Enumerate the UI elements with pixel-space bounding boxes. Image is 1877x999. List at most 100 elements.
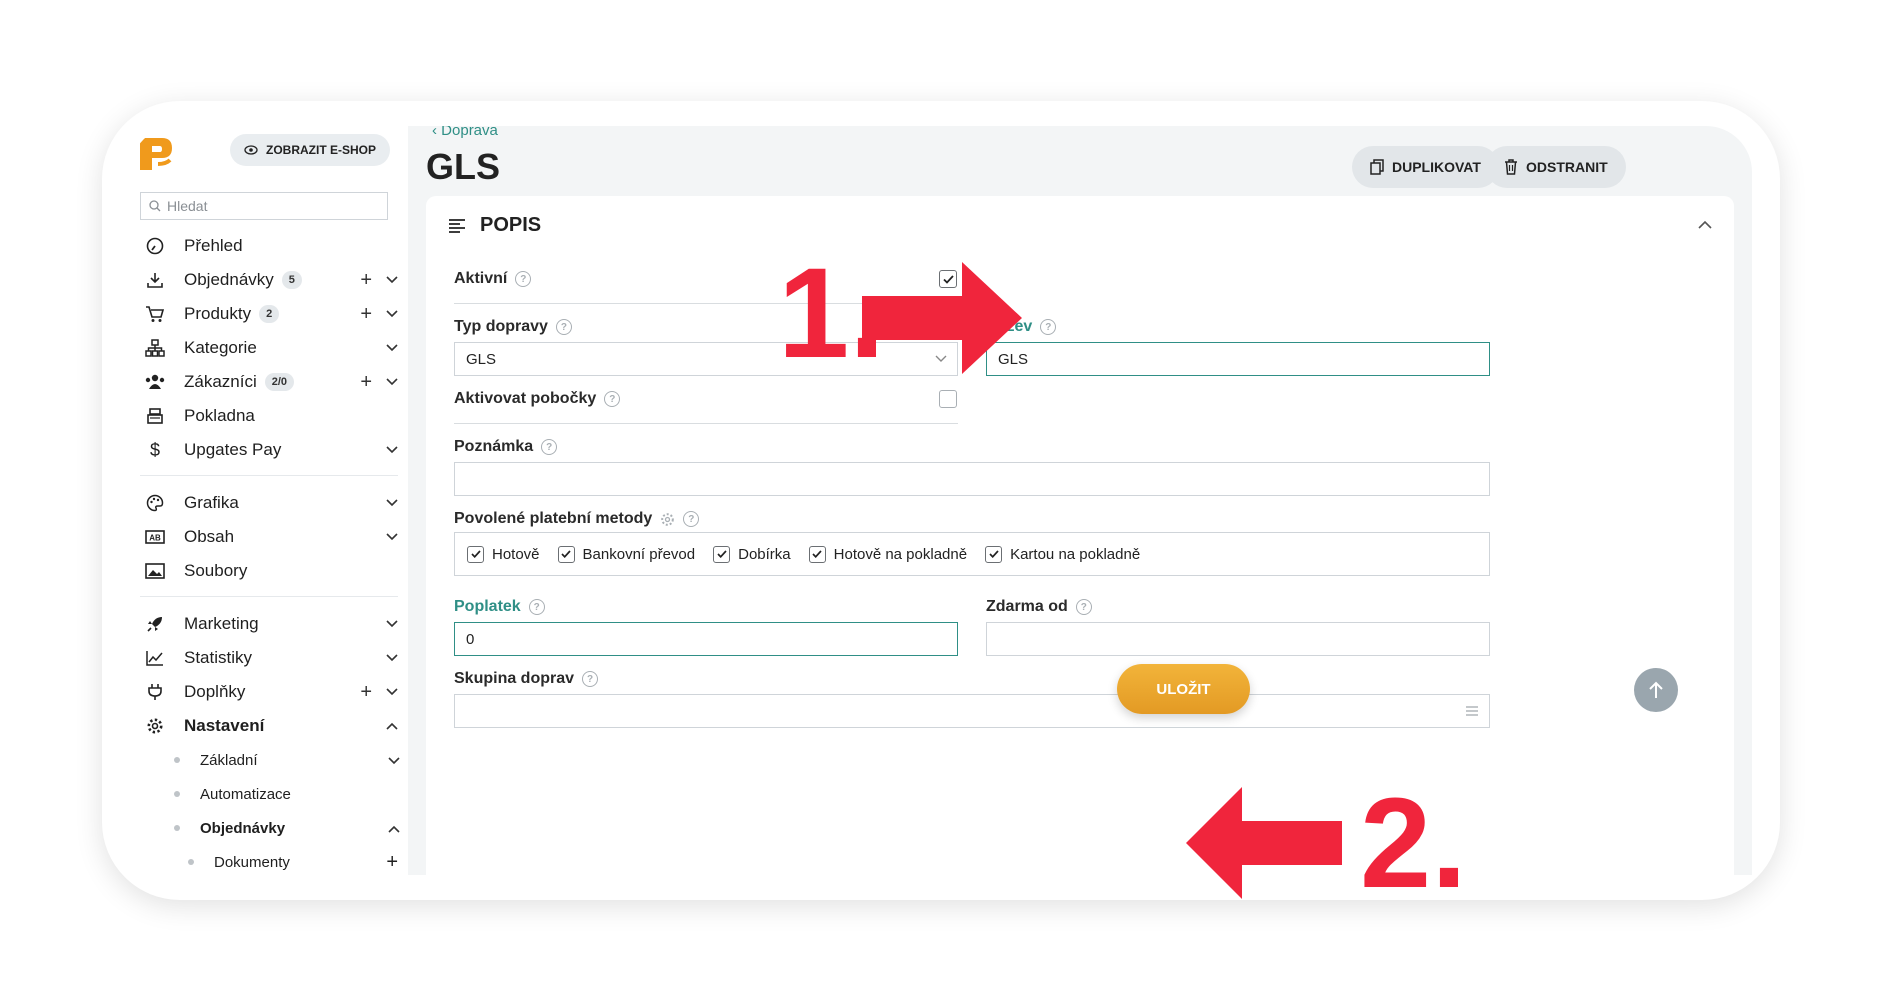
bullet-dot	[174, 791, 180, 797]
chevron-down-icon[interactable]	[386, 375, 400, 389]
plus-icon[interactable]: +	[360, 371, 372, 394]
plus-icon[interactable]: +	[386, 851, 398, 874]
sidebar-subitem-zakladni[interactable]: Základní	[130, 743, 408, 777]
sidebar-item-label: Kategorie	[184, 338, 257, 357]
list-icon	[1466, 706, 1478, 716]
save-button[interactable]: ULOŽIT	[1117, 664, 1250, 714]
plus-icon[interactable]: +	[360, 303, 372, 326]
plus-icon[interactable]: +	[360, 681, 372, 704]
sidebar-item-doplnky[interactable]: Doplňky +	[130, 675, 408, 709]
sidebar-subitem-automatizace[interactable]: Automatizace	[130, 777, 408, 811]
sidebar-subitem-label: Objednávky	[200, 819, 286, 837]
sidebar-item-objednavky[interactable]: Objednávky 5 +	[130, 263, 408, 297]
help-icon[interactable]: ?	[1040, 319, 1057, 335]
chevron-up-icon[interactable]	[386, 719, 400, 733]
sidebar-item-obsah[interactable]: AB Obsah	[130, 520, 408, 554]
payment-method-label: Kartou na pokladně	[1010, 545, 1141, 563]
activate-branches-checkbox[interactable]	[939, 390, 957, 408]
checkbox[interactable]	[557, 545, 575, 563]
note-input[interactable]	[454, 462, 1490, 496]
chevron-down-icon[interactable]	[386, 443, 400, 457]
chevron-down-icon[interactable]	[386, 273, 400, 287]
chevron-left-icon: ‹	[432, 126, 437, 139]
sidebar-search[interactable]: Hledat	[140, 192, 388, 220]
help-icon[interactable]: ?	[582, 671, 599, 687]
sidebar-item-label: Statistiky	[184, 648, 253, 667]
payment-method-dobirka[interactable]: Dobírka	[713, 545, 791, 563]
sidebar-item-label: Pokladna	[184, 406, 255, 425]
note-label: Poznámka	[454, 438, 534, 455]
count-badge: 2/0	[264, 373, 295, 391]
group-select[interactable]	[454, 694, 1490, 728]
palette-icon	[144, 492, 166, 514]
chevron-down-icon[interactable]	[386, 496, 400, 510]
name-input[interactable]: GLS	[986, 342, 1490, 376]
check-icon	[988, 550, 999, 558]
sidebar-item-label: Obsah	[184, 527, 235, 546]
active-label: Aktivní	[454, 270, 508, 287]
save-label: ULOŽIT	[1156, 680, 1211, 698]
register-icon	[144, 405, 166, 427]
chevron-down-icon[interactable]	[386, 341, 400, 355]
sidebar-item-upgates-pay[interactable]: $ Upgates Pay	[130, 433, 408, 467]
sidebar-subitem-dokumenty[interactable]: Dokumenty +	[130, 845, 408, 875]
help-icon[interactable]: ?	[1075, 599, 1092, 615]
rocket-icon	[144, 613, 166, 635]
checkbox[interactable]	[985, 545, 1003, 563]
checkbox[interactable]	[467, 545, 484, 563]
payment-method-hotove-na-pokladne[interactable]: Hotově na pokladně	[808, 545, 967, 563]
payment-method-bankovni-prevod[interactable]: Bankovní převod	[557, 545, 695, 563]
sidebar-item-prehled[interactable]: Přehled	[130, 229, 408, 263]
sidebar-item-statistiky[interactable]: Statistiky	[130, 641, 408, 675]
sidebar-item-soubory[interactable]: Soubory	[130, 554, 408, 588]
checkbox[interactable]	[808, 545, 826, 563]
chevron-down-icon[interactable]	[386, 617, 400, 631]
help-icon[interactable]: ?	[683, 511, 700, 527]
check-icon	[561, 550, 571, 558]
checkbox[interactable]	[713, 545, 731, 563]
show-eshop-button[interactable]: ZOBRAZIT E-SHOP	[230, 134, 390, 166]
arrow-up-icon	[1649, 681, 1663, 698]
sidebar-item-zakaznici[interactable]: Zákazníci 2/0 +	[130, 365, 408, 399]
sidebar-item-pokladna[interactable]: Pokladna	[130, 399, 408, 433]
sidebar: ZOBRAZIT E-SHOP Hledat Přehled Objednávk…	[130, 126, 409, 875]
sidebar-subitem-objednavky[interactable]: Objednávky	[130, 811, 408, 845]
sidebar-subitem-label: Automatizace	[200, 785, 291, 803]
chevron-up-icon[interactable]	[388, 820, 400, 837]
chevron-down-icon[interactable]	[386, 530, 400, 544]
free-from-input[interactable]	[986, 622, 1490, 656]
duplicate-button[interactable]: DUPLIKOVAT	[1352, 146, 1499, 188]
breadcrumb[interactable]: ‹ Doprava	[432, 126, 498, 139]
sidebar-item-grafika[interactable]: Grafika	[130, 486, 408, 520]
sidebar-item-produkty[interactable]: Produkty 2 +	[130, 297, 408, 331]
sidebar-item-kategorie[interactable]: Kategorie	[130, 331, 408, 365]
sidebar-item-nastaveni[interactable]: Nastavení	[130, 709, 408, 743]
chevron-down-icon[interactable]	[386, 307, 400, 321]
payment-method-kartou-na-pokladne[interactable]: Kartou na pokladně	[985, 545, 1141, 563]
sidebar-item-label: Grafika	[184, 493, 239, 512]
payment-methods-label-row: Povolené platební metody ?	[454, 510, 700, 528]
annotation-arrow-right	[862, 262, 1022, 374]
delete-button[interactable]: ODSTRANIT	[1486, 146, 1626, 188]
help-icon[interactable]: ?	[555, 319, 572, 335]
shipping-type-label-row: Typ dopravy ?	[454, 318, 572, 336]
scroll-to-top-button[interactable]	[1634, 668, 1678, 712]
sidebar-item-label: Zákazníci	[184, 372, 257, 391]
fee-input[interactable]: 0	[454, 622, 958, 656]
help-icon[interactable]: ?	[541, 439, 558, 455]
payment-method-hotove[interactable]: Hotově	[467, 545, 540, 563]
plus-icon[interactable]: +	[360, 269, 372, 292]
chevron-down-icon[interactable]	[386, 685, 400, 699]
help-icon[interactable]: ?	[528, 599, 545, 615]
help-icon[interactable]: ?	[515, 271, 532, 287]
chevron-down-icon[interactable]	[386, 651, 400, 665]
sidebar-item-label: Produkty	[184, 304, 252, 323]
divider	[140, 475, 398, 476]
gear-icon[interactable]	[660, 512, 675, 527]
search-placeholder: Hledat	[167, 198, 208, 214]
sidebar-item-marketing[interactable]: Marketing	[130, 607, 408, 641]
chevron-down-icon[interactable]	[388, 752, 400, 769]
help-icon[interactable]: ?	[604, 391, 621, 407]
chevron-up-icon[interactable]	[1698, 220, 1712, 229]
description-card: POPIS Aktivní ? Typ dopravy ? GLS ? GLS …	[426, 196, 1734, 875]
